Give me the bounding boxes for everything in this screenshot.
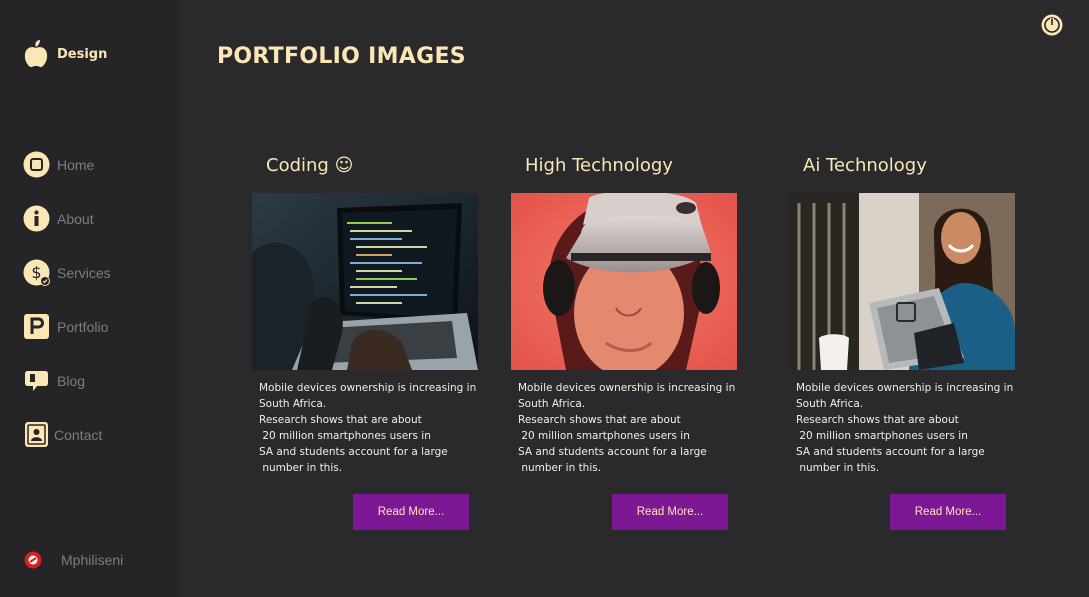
svg-text:$: $ bbox=[31, 263, 41, 282]
portfolio-p-icon bbox=[23, 313, 50, 340]
brand[interactable]: Design bbox=[24, 40, 107, 68]
portfolio-card: Coding ☺ Mobile devices ownership is inc… bbox=[252, 152, 480, 530]
user-name: Mphiliseni bbox=[61, 552, 124, 568]
dollar-icon: $ bbox=[23, 259, 50, 286]
coding-laptop-image bbox=[252, 193, 478, 370]
blog-icon bbox=[23, 367, 50, 394]
read-more-button[interactable]: Read More... bbox=[890, 494, 1006, 530]
home-square-icon bbox=[23, 151, 50, 178]
portfolio-card: High Technology Mobile devices ownership… bbox=[511, 152, 739, 530]
card-description: Mobile devices ownership is increasing i… bbox=[259, 382, 477, 474]
card-title: High Technology bbox=[525, 155, 673, 176]
sidebar-item-label: Home bbox=[57, 156, 95, 173]
woman-with-device-image bbox=[789, 193, 1015, 370]
sidebar-item-contact[interactable]: Contact bbox=[23, 421, 102, 448]
power-icon[interactable] bbox=[1041, 14, 1063, 36]
sidebar-item-label: Portfolio bbox=[57, 318, 109, 335]
sidebar-item-label: Contact bbox=[54, 426, 103, 443]
brand-label: Design bbox=[57, 46, 108, 62]
portfolio-card: Ai Technology Mobile devices ownership i… bbox=[789, 152, 1017, 530]
sidebar-item-label: About bbox=[57, 210, 94, 227]
sidebar-item-label: Blog bbox=[57, 372, 86, 389]
sidebar-item-blog[interactable]: Blog bbox=[23, 367, 85, 394]
sidebar-item-label: Services bbox=[57, 264, 111, 281]
avatar-icon bbox=[24, 551, 42, 569]
card-title: Coding ☺ bbox=[266, 155, 354, 176]
read-more-button[interactable]: Read More... bbox=[612, 494, 728, 530]
card-description: Mobile devices ownership is increasing i… bbox=[796, 382, 1014, 474]
apple-icon bbox=[24, 40, 48, 68]
sidebar-item-portfolio[interactable]: Portfolio bbox=[23, 313, 108, 340]
contact-book-icon bbox=[23, 421, 50, 448]
card-description: Mobile devices ownership is increasing i… bbox=[518, 382, 736, 474]
user-profile[interactable]: Mphiliseni bbox=[24, 551, 123, 569]
page-title: PORTFOLIO IMAGES bbox=[217, 44, 466, 69]
sidebar-item-services[interactable]: $ Services bbox=[23, 259, 111, 286]
info-icon bbox=[23, 205, 50, 232]
sidebar-item-about[interactable]: About bbox=[23, 205, 94, 232]
card-title: Ai Technology bbox=[803, 155, 927, 176]
sidebar: Design Home About $ Services Portfolio B… bbox=[0, 0, 179, 597]
vr-headset-image bbox=[511, 193, 737, 370]
read-more-button[interactable]: Read More... bbox=[353, 494, 469, 530]
sidebar-item-home[interactable]: Home bbox=[23, 151, 94, 178]
